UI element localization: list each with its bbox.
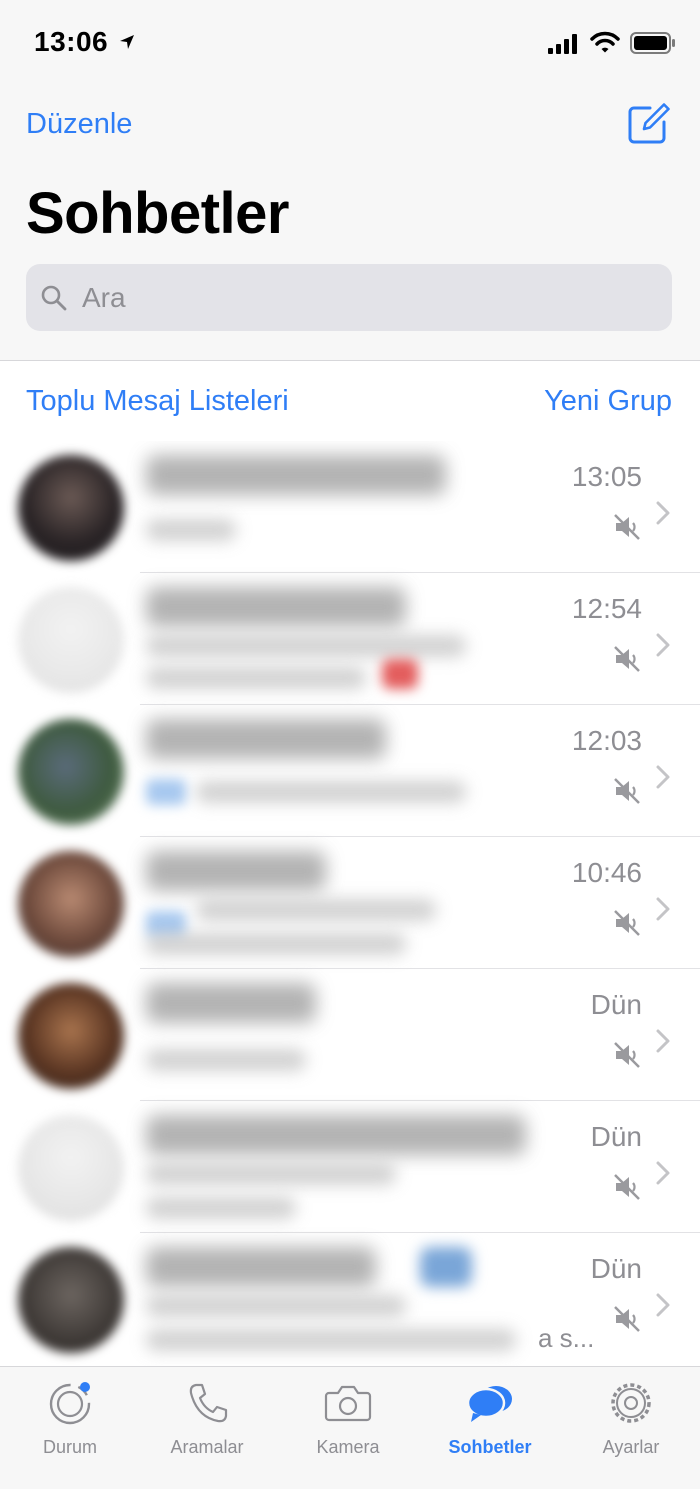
chat-row[interactable]: a s... Dün bbox=[0, 1233, 700, 1365]
mute-icon bbox=[614, 778, 640, 804]
chat-time: 10:46 bbox=[571, 857, 642, 888]
edit-button[interactable]: Düzenle bbox=[26, 108, 132, 141]
chat-preview-redacted bbox=[146, 1197, 296, 1219]
chevron-right-icon bbox=[656, 1029, 670, 1053]
avatar bbox=[18, 1247, 124, 1353]
chats-icon bbox=[466, 1386, 512, 1422]
chat-name-redacted bbox=[146, 1247, 376, 1287]
chat-row[interactable]: 12:54 bbox=[0, 573, 700, 705]
battery-icon bbox=[630, 32, 675, 54]
chat-preview-redacted bbox=[146, 635, 466, 657]
chat-name-redacted bbox=[146, 719, 386, 759]
avatar bbox=[18, 719, 124, 825]
tab-label: Kamera bbox=[316, 1437, 380, 1457]
signal-bars-icon bbox=[548, 34, 577, 54]
status-icon bbox=[49, 1382, 91, 1425]
chevron-right-icon bbox=[656, 1293, 670, 1317]
mute-icon bbox=[614, 1174, 640, 1200]
chat-time: 13:05 bbox=[571, 461, 642, 492]
avatar bbox=[18, 1115, 124, 1221]
phone-icon bbox=[189, 1383, 228, 1423]
chat-preview-redacted bbox=[146, 1163, 396, 1185]
tab-label: Aramalar bbox=[170, 1437, 244, 1457]
chat-list: 13:05 12:54 12:03 10:46 Dün Dün a s... D… bbox=[0, 441, 700, 1366]
chat-row[interactable]: Dün bbox=[0, 969, 700, 1101]
chevron-right-icon bbox=[656, 501, 670, 525]
tab-label: Ayarlar bbox=[602, 1437, 660, 1457]
chat-name-redacted bbox=[146, 851, 326, 891]
emoji-redacted bbox=[382, 659, 418, 689]
compose-icon[interactable] bbox=[626, 100, 672, 146]
tab-chats[interactable]: Sohbetler bbox=[420, 1367, 560, 1489]
chat-row[interactable]: 12:03 bbox=[0, 705, 700, 837]
avatar bbox=[18, 455, 124, 561]
chat-preview-tail: a s... bbox=[538, 1323, 595, 1353]
tab-label: Sohbetler bbox=[448, 1437, 532, 1457]
chat-preview-redacted bbox=[146, 1049, 306, 1071]
chat-preview-redacted bbox=[146, 1329, 516, 1351]
search-input[interactable]: Ara bbox=[26, 264, 672, 331]
chat-name-redacted bbox=[146, 587, 406, 627]
broadcast-lists-link[interactable]: Toplu Mesaj Listeleri bbox=[26, 385, 289, 418]
mute-icon bbox=[614, 1042, 640, 1068]
page-title: Sohbetler bbox=[26, 181, 290, 246]
chat-row[interactable]: 13:05 bbox=[0, 441, 700, 573]
tab-settings[interactable]: Ayarlar bbox=[561, 1367, 700, 1489]
media-thumb-redacted bbox=[146, 779, 186, 805]
settings-gear-icon bbox=[611, 1383, 651, 1423]
chat-time: 12:54 bbox=[571, 593, 642, 624]
mute-icon bbox=[614, 910, 640, 936]
tab-status[interactable]: Durum bbox=[0, 1367, 140, 1489]
tab-bar: Durum Aramalar Kamera Sohbetler Ayarlar bbox=[0, 1366, 700, 1489]
chevron-right-icon bbox=[656, 897, 670, 921]
chat-preview-redacted bbox=[146, 1295, 406, 1317]
tab-camera[interactable]: Kamera bbox=[278, 1367, 418, 1489]
mute-icon bbox=[614, 1306, 640, 1332]
status-bar: 13:06 bbox=[0, 0, 700, 88]
chat-name-redacted bbox=[146, 1115, 526, 1155]
chat-time: Dün bbox=[590, 989, 642, 1020]
chat-actions-row: Toplu Mesaj Listeleri Yeni Grup bbox=[0, 361, 700, 441]
avatar bbox=[18, 587, 124, 693]
chat-preview-redacted bbox=[196, 781, 466, 803]
chevron-right-icon bbox=[656, 765, 670, 789]
tab-calls[interactable]: Aramalar bbox=[137, 1367, 277, 1489]
chevron-right-icon bbox=[656, 1161, 670, 1185]
status-time: 13:06 bbox=[34, 26, 109, 57]
mute-icon bbox=[614, 514, 640, 540]
chat-time: Dün bbox=[590, 1121, 642, 1152]
chat-time: 12:03 bbox=[571, 725, 642, 756]
chat-name-redacted bbox=[146, 455, 446, 495]
mute-icon bbox=[614, 646, 640, 672]
chat-preview-redacted bbox=[196, 899, 436, 921]
chat-preview-redacted bbox=[146, 933, 406, 955]
sticker-redacted bbox=[420, 1247, 472, 1287]
chevron-right-icon bbox=[656, 633, 670, 657]
chat-time: Dün bbox=[590, 1253, 642, 1284]
wifi-icon bbox=[590, 31, 620, 53]
chat-row[interactable]: Dün bbox=[0, 1101, 700, 1233]
search-icon bbox=[41, 285, 67, 311]
search-placeholder: Ara bbox=[82, 282, 126, 313]
camera-icon bbox=[324, 1385, 372, 1422]
avatar bbox=[18, 983, 124, 1089]
chat-row[interactable]: 10:46 bbox=[0, 837, 700, 969]
location-arrow-icon bbox=[120, 35, 134, 49]
chat-preview-redacted bbox=[146, 519, 236, 541]
new-group-link[interactable]: Yeni Grup bbox=[544, 385, 672, 418]
chat-name-redacted bbox=[146, 983, 316, 1023]
avatar bbox=[18, 851, 124, 957]
tab-label: Durum bbox=[42, 1437, 97, 1457]
chat-preview-redacted bbox=[146, 667, 366, 689]
